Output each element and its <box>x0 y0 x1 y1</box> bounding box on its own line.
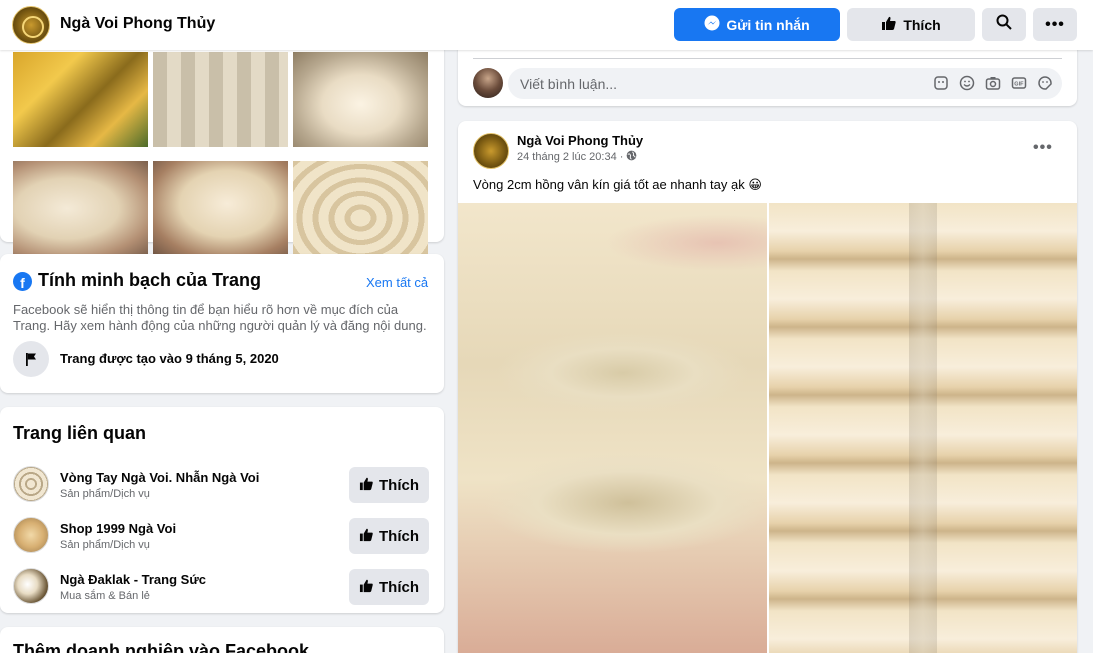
post-author-name[interactable]: Ngà Voi Phong Thủy <box>517 133 643 148</box>
related-page-avatar[interactable] <box>13 568 49 604</box>
post-photo[interactable] <box>769 203 1077 653</box>
comment-placeholder: Viết bình luận... <box>520 76 618 92</box>
photo-thumbnail[interactable] <box>153 52 288 147</box>
like-page-button[interactable]: Thích <box>847 8 975 41</box>
transparency-title: Tính minh bạch của Trang <box>38 270 262 290</box>
more-options-button[interactable]: ••• <box>1033 8 1077 41</box>
add-business-card: Thêm doanh nghiệp vào Facebook <box>0 627 444 653</box>
related-pages-title: Trang liên quan <box>13 423 147 443</box>
related-page-name[interactable]: Vòng Tay Ngà Voi. Nhẫn Ngà Voi <box>60 470 259 485</box>
related-pages-card: Trang liên quan Vòng Tay Ngà Voi. Nhẫn N… <box>0 407 444 613</box>
like-related-page-button[interactable]: Thích <box>349 569 429 605</box>
page-avatar[interactable] <box>12 6 50 44</box>
messenger-icon <box>704 15 720 34</box>
related-page-avatar[interactable] <box>13 517 49 553</box>
thumbs-up-icon <box>359 578 374 597</box>
avatar-sticker-icon[interactable] <box>932 74 950 92</box>
post-text: Vòng 2cm hồng vân kín giá tốt ae nhanh t… <box>473 177 762 192</box>
post-author-avatar[interactable] <box>473 133 509 169</box>
related-page-item[interactable]: Shop 1999 Ngà Voi Sản phẩm/Dịch vụ Thích <box>0 511 444 557</box>
related-page-category: Mua sắm & Bán lẻ <box>60 590 150 602</box>
thumbs-up-icon <box>359 527 374 546</box>
globe-icon <box>626 150 637 164</box>
send-message-button[interactable]: Gửi tin nhắn <box>674 8 840 41</box>
like-label: Thích <box>379 476 419 494</box>
sticker-icon[interactable] <box>1036 74 1054 92</box>
related-page-category: Sản phẩm/Dịch vụ <box>60 539 150 551</box>
thumbs-up-icon <box>881 15 897 34</box>
page-header: Ngà Voi Phong Thủy Gửi tin nhắn Thích ••… <box>0 0 1093 50</box>
emoji-icon[interactable] <box>958 74 976 92</box>
post-photo[interactable] <box>458 203 767 653</box>
more-icon: ••• <box>1045 15 1065 33</box>
post-timestamp[interactable]: 24 tháng 2 lúc 20:34 · <box>517 150 637 164</box>
photo-thumbnail[interactable] <box>13 161 148 256</box>
page-transparency-card: f Tính minh bạch của Trang Xem tất cả Fa… <box>0 254 444 393</box>
send-message-label: Gửi tin nhắn <box>726 16 810 33</box>
like-related-page-button[interactable]: Thích <box>349 518 429 554</box>
user-avatar[interactable] <box>473 68 503 98</box>
like-related-page-button[interactable]: Thích <box>349 467 429 503</box>
photo-thumbnail[interactable] <box>153 161 288 256</box>
like-label: Thích <box>379 527 419 545</box>
see-all-link[interactable]: Xem tất cả <box>366 275 428 290</box>
thumbs-up-icon <box>359 476 374 495</box>
photo-thumbnail[interactable] <box>293 52 428 147</box>
related-page-category: Sản phẩm/Dịch vụ <box>60 488 150 500</box>
page-created-date: Trang được tạo vào 9 tháng 5, 2020 <box>60 351 279 366</box>
facebook-icon: f <box>13 272 32 291</box>
post-options-button[interactable]: ••• <box>1033 139 1053 157</box>
add-business-title: Thêm doanh nghiệp vào Facebook <box>13 641 310 653</box>
search-button[interactable] <box>982 8 1026 41</box>
related-page-item[interactable]: Ngà Đaklak - Trang Sức Mua sắm & Bán lẻ … <box>0 562 444 608</box>
divider <box>473 58 1062 59</box>
comment-input[interactable]: Viết bình luận... GIF <box>508 68 1062 99</box>
flag-icon <box>13 341 49 377</box>
related-page-name[interactable]: Shop 1999 Ngà Voi <box>60 521 176 536</box>
related-page-avatar[interactable] <box>13 466 49 502</box>
photo-thumbnail[interactable] <box>13 52 148 147</box>
photos-card <box>0 30 444 256</box>
photo-thumbnail[interactable] <box>293 161 428 256</box>
transparency-description: Facebook sẽ hiển thị thông tin để bạn hi… <box>13 302 427 333</box>
camera-icon[interactable] <box>984 74 1002 92</box>
like-page-label: Thích <box>903 16 941 33</box>
like-label: Thích <box>379 578 419 596</box>
svg-text:GIF: GIF <box>1014 82 1024 88</box>
related-page-name[interactable]: Ngà Đaklak - Trang Sức <box>60 572 206 587</box>
page-title[interactable]: Ngà Voi Phong Thủy <box>60 15 215 33</box>
gif-icon[interactable]: GIF <box>1010 74 1028 92</box>
search-icon <box>996 14 1012 35</box>
related-page-item[interactable]: Vòng Tay Ngà Voi. Nhẫn Ngà Voi Sản phẩm/… <box>0 460 444 506</box>
post-card: Ngà Voi Phong Thủy 24 tháng 2 lúc 20:34 … <box>458 121 1077 653</box>
post-time-text: 24 tháng 2 lúc 20:34 · <box>517 151 624 163</box>
